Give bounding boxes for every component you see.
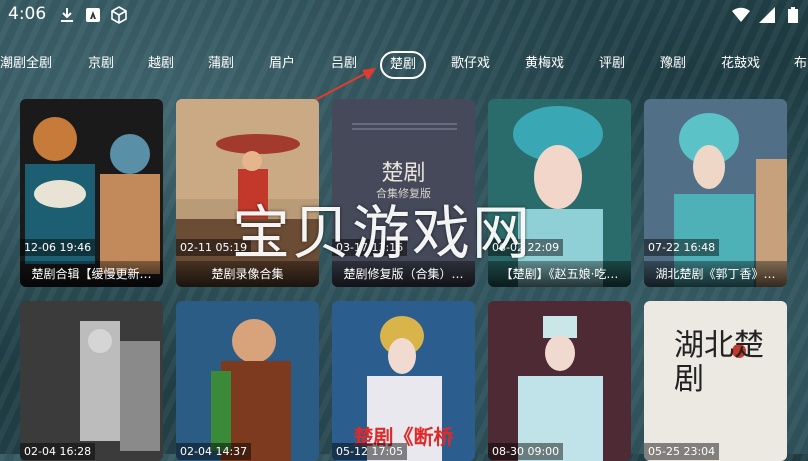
video-thumbnail bbox=[176, 301, 319, 461]
video-title: 楚剧合辑【缓慢更新… bbox=[20, 261, 163, 287]
tab-huaguxi[interactable]: 花鼓戏 bbox=[721, 50, 760, 78]
video-time: 05-25 23:04 bbox=[644, 443, 720, 460]
video-title: 【楚剧】《赵五娘·吃… bbox=[488, 261, 631, 287]
video-thumbnail bbox=[176, 99, 319, 287]
video-thumbnail bbox=[488, 301, 631, 461]
video-card[interactable]: 楚剧 合集修复版 03-17 13:16 楚剧修复版（合集）… bbox=[332, 99, 475, 287]
signal-icon bbox=[758, 6, 776, 24]
video-card[interactable]: 02-11 05:19 楚剧录像合集 bbox=[176, 99, 319, 287]
cover-title: 湖北楚剧 bbox=[674, 328, 764, 397]
video-card[interactable]: 06-02 22:09 【楚剧】《赵五娘·吃… bbox=[488, 99, 631, 287]
video-time: 12-06 19:46 bbox=[20, 239, 96, 256]
video-time: 02-04 14:37 bbox=[176, 443, 252, 460]
video-title: 楚剧修复版（合集）… bbox=[332, 261, 475, 287]
video-title: 楚剧录像合集 bbox=[176, 261, 319, 287]
video-card[interactable]: 12-06 19:46 楚剧合辑【缓慢更新… bbox=[20, 99, 163, 287]
tab-chaoju[interactable]: 潮剧全剧 bbox=[0, 50, 52, 78]
cover-title: 楚剧 bbox=[381, 161, 426, 186]
tab-huangmeixi[interactable]: 黄梅戏 bbox=[525, 50, 564, 78]
video-time: 05-12 17:05 bbox=[332, 443, 408, 460]
cover-subtitle: 合集修复版 bbox=[376, 187, 431, 200]
video-card[interactable]: 07-22 16:48 湖北楚剧《郭丁香》… bbox=[644, 99, 787, 287]
tab-yuju[interactable]: 豫剧 bbox=[660, 50, 686, 78]
tab-bu[interactable]: 布 bbox=[794, 50, 807, 78]
download-icon bbox=[58, 6, 76, 24]
video-thumbnail bbox=[644, 99, 787, 287]
tab-chuju[interactable]: 楚剧 bbox=[380, 51, 427, 79]
video-thumbnail bbox=[20, 301, 163, 461]
video-time: 07-22 16:48 bbox=[644, 239, 720, 256]
video-title: 湖北楚剧《郭丁香》… bbox=[644, 261, 787, 287]
video-time: 02-04 16:28 bbox=[20, 443, 96, 460]
battery-icon bbox=[784, 6, 802, 24]
cube-icon bbox=[110, 6, 128, 24]
status-time: 4:06 bbox=[8, 4, 47, 24]
app-icon bbox=[84, 6, 102, 24]
video-card[interactable]: 湖北楚剧 05-25 23:04 bbox=[644, 301, 787, 461]
video-card[interactable]: 02-04 16:28 bbox=[20, 301, 163, 461]
video-time: 02-11 05:19 bbox=[176, 239, 252, 256]
category-tabs: 潮剧全剧 京剧 越剧 蒲剧 眉户 吕剧 楚剧 歌仔戏 黄梅戏 评剧 豫剧 花鼓戏… bbox=[0, 50, 808, 80]
video-thumbnail bbox=[488, 99, 631, 287]
tab-puju[interactable]: 蒲剧 bbox=[208, 50, 234, 78]
tab-jingju[interactable]: 京剧 bbox=[88, 50, 114, 78]
video-card[interactable]: 楚剧《断桥 05-12 17:05 bbox=[332, 301, 475, 461]
video-card[interactable]: 08-30 09:00 bbox=[488, 301, 631, 461]
status-bar: 4:06 bbox=[0, 0, 808, 30]
video-time: 06-02 22:09 bbox=[488, 239, 564, 256]
video-time: 08-30 09:00 bbox=[488, 443, 564, 460]
video-time: 03-17 13:16 bbox=[332, 239, 408, 256]
tab-yueju[interactable]: 越剧 bbox=[148, 50, 174, 78]
video-card[interactable]: 02-04 14:37 bbox=[176, 301, 319, 461]
video-thumbnail bbox=[20, 99, 163, 287]
tab-pingju[interactable]: 评剧 bbox=[599, 50, 625, 78]
wifi-icon bbox=[732, 6, 750, 24]
tab-gezaixi[interactable]: 歌仔戏 bbox=[451, 50, 490, 78]
